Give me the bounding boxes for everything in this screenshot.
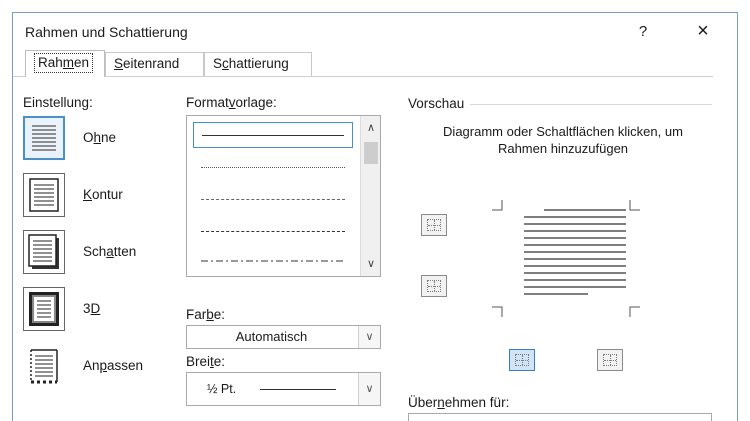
chevron-down-icon[interactable]: ∨ (358, 373, 380, 405)
setting-schatten-label: Schatten (83, 244, 137, 259)
setting-3d-label: 3D (83, 301, 101, 316)
dialog-title: Rahmen und Schattierung (25, 24, 188, 40)
color-dropdown[interactable]: Automatisch ∨ (186, 325, 381, 349)
right-border-icon (603, 354, 617, 366)
apply-to-dropdown[interactable] (408, 413, 712, 421)
line-style-solid[interactable] (193, 122, 353, 148)
uebernehmen-label: Übernehmen für: (408, 395, 510, 410)
width-dropdown[interactable]: ½ Pt. ∨ (186, 372, 381, 406)
setting-3d[interactable]: 3D (23, 287, 173, 333)
formatvorlage-label: Formatvorlage: (186, 95, 277, 110)
right-border-button[interactable] (597, 349, 623, 371)
vorschau-instructions: Diagramm oder Schaltflächen klicken, um … (443, 124, 683, 156)
line-style-dashed[interactable] (193, 218, 353, 244)
tab-seitenrand[interactable]: Seitenrand (105, 52, 204, 76)
breite-label: Breite: (186, 354, 226, 369)
setting-kontur-label: Kontur (83, 187, 123, 202)
tab-schattierung[interactable]: Schattierung (204, 52, 312, 76)
width-dropdown-value: ½ Pt. (207, 382, 237, 396)
help-button[interactable]: ? (630, 19, 656, 45)
setting-schatten[interactable]: Schatten (23, 230, 173, 276)
width-line-sample (260, 389, 336, 390)
farbe-label: Farbe: (186, 307, 226, 322)
close-button[interactable]: × (688, 19, 718, 45)
bottom-border-icon (427, 280, 441, 292)
top-border-icon (427, 219, 441, 231)
line-style-list[interactable]: ∧ ∨ (186, 115, 381, 277)
scroll-thumb[interactable] (364, 142, 378, 164)
scroll-down-icon[interactable]: ∨ (361, 254, 380, 274)
color-dropdown-value: Automatisch (235, 329, 308, 344)
setting-anpassen[interactable]: Anpassen (23, 344, 173, 390)
line-style-dashed-fine[interactable] (193, 186, 353, 212)
setting-ohne-label: Ohne (83, 130, 117, 145)
line-style-scrollbar[interactable]: ∧ ∨ (360, 116, 380, 276)
vorschau-label: Vorschau (408, 96, 471, 111)
bottom-border-button[interactable] (421, 275, 447, 297)
tab-rahmen[interactable]: Rahmen (25, 50, 105, 77)
setting-anpassen-label: Anpassen (83, 358, 144, 373)
setting-3d-icon (23, 287, 65, 331)
left-border-icon (515, 354, 529, 366)
left-border-button[interactable] (509, 349, 535, 371)
setting-box-icon (23, 173, 65, 217)
setting-ohne[interactable]: Ohne (23, 116, 173, 162)
scroll-up-icon[interactable]: ∧ (361, 118, 380, 138)
chevron-down-icon[interactable]: ∨ (358, 326, 380, 348)
line-style-dash-dot[interactable] (193, 248, 353, 274)
tab-panel-border (13, 76, 713, 77)
top-border-button[interactable] (421, 214, 447, 236)
einstellung-label: Einstellung: (23, 95, 93, 110)
preview-diagram[interactable] (488, 196, 648, 321)
setting-shadow-icon (23, 230, 65, 274)
setting-custom-icon (23, 344, 65, 388)
title-bar: Rahmen und Schattierung ? × (13, 13, 737, 53)
setting-none-icon (23, 116, 65, 160)
setting-kontur[interactable]: Kontur (23, 173, 173, 219)
line-style-dotted[interactable] (193, 154, 353, 180)
